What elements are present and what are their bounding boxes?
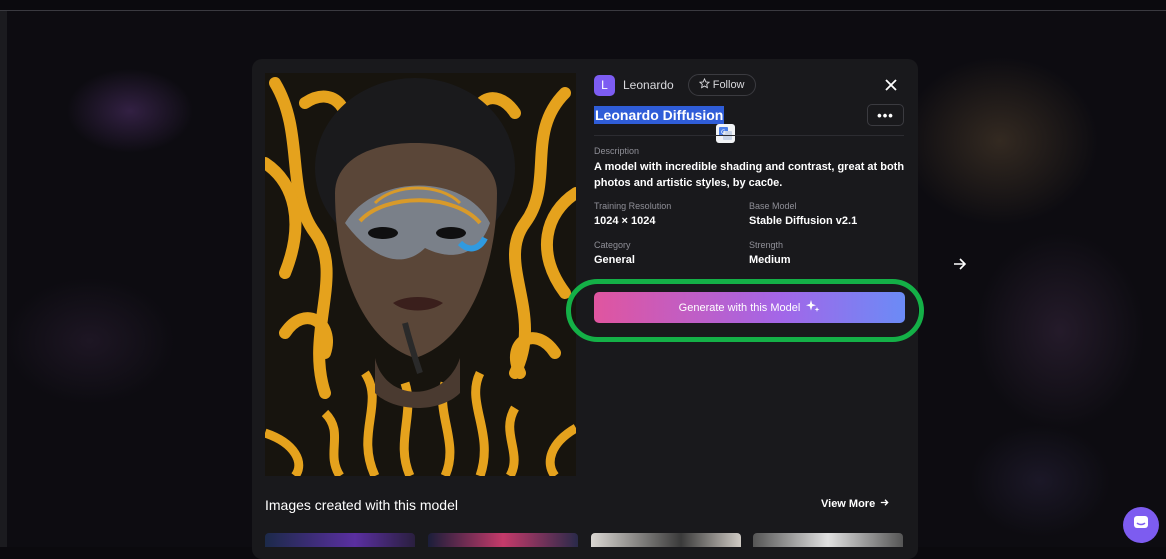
star-icon (698, 77, 710, 92)
more-options-button[interactable]: ••• (867, 104, 904, 126)
model-preview-image (265, 73, 576, 476)
chat-support-button[interactable] (1123, 507, 1159, 543)
creator-avatar[interactable]: L (594, 74, 615, 96)
gallery-thumbnail[interactable] (753, 533, 903, 547)
view-more-label: View More (821, 498, 876, 510)
annotation-highlight-ring (566, 279, 924, 342)
description-label: Description (594, 146, 640, 156)
category-label: Category (594, 240, 631, 250)
base-model-value: Stable Diffusion v2.1 (749, 215, 858, 227)
base-model-label: Base Model (749, 201, 797, 211)
strength-value: Medium (749, 254, 791, 266)
chat-icon (1132, 514, 1150, 537)
gallery-title: Images created with this model (265, 497, 458, 513)
model-description: A model with incredible shading and cont… (594, 161, 905, 189)
follow-label: Follow (712, 79, 745, 91)
gallery-thumbnail[interactable] (265, 533, 415, 547)
training-resolution-value: 1024 × 1024 (594, 215, 656, 227)
follow-button[interactable]: Follow (687, 74, 756, 96)
left-scroll-strip (0, 11, 7, 547)
category-value: General (594, 254, 635, 266)
gallery-thumbnail[interactable] (428, 533, 578, 547)
model-title: Leonardo Diffusion (594, 106, 725, 124)
divider (594, 135, 904, 136)
strength-label: Strength (749, 240, 784, 250)
gallery-thumbnail[interactable] (591, 533, 741, 547)
close-icon[interactable] (881, 75, 901, 95)
training-resolution-label: Training Resolution (594, 201, 672, 211)
creator-row: L Leonardo Follow (594, 74, 756, 96)
creator-name[interactable]: Leonardo (623, 78, 674, 92)
translate-icon[interactable]: G (716, 124, 735, 143)
arrow-right-icon[interactable] (950, 254, 970, 274)
arrow-right-icon (879, 497, 890, 511)
view-more-link[interactable]: View More (821, 497, 890, 511)
